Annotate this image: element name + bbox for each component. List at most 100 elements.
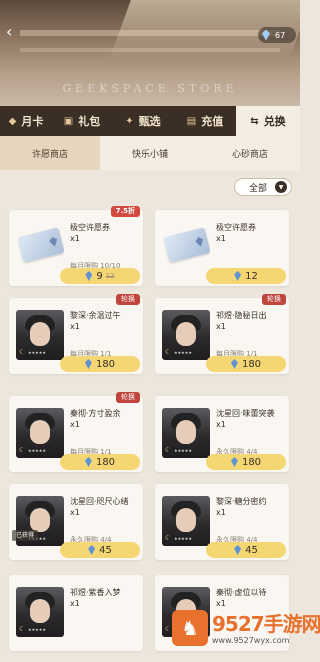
wallet-icon: ▤ — [186, 115, 197, 127]
item-name: 祁煜·隐秘日出 — [216, 311, 267, 320]
watermark: ♞ 9527手游网 www.9527wyx.com — [172, 606, 320, 662]
moon-icon: ☾ — [19, 625, 26, 633]
tab-gift-pack[interactable]: ▣ 礼包 — [52, 106, 112, 136]
price-value: 9 — [96, 270, 103, 282]
character-portrait: ☾★★★★★ — [162, 310, 210, 360]
gem-icon — [88, 545, 96, 555]
shop-item-card[interactable]: 极空许愿券 x1 每月限购 10/10 7.5折 9 12 — [9, 206, 143, 286]
tab-selection[interactable]: ✦ 甄选 — [112, 106, 174, 136]
rarity-stars: ★★★★★ — [174, 448, 192, 453]
character-portrait: ☾★★★★★ — [16, 587, 64, 637]
gem-icon — [230, 457, 238, 467]
item-quantity: x1 — [70, 508, 80, 517]
tab-monthly-card[interactable]: ◆ 月卡 — [0, 106, 52, 136]
character-portrait: ☾★★★★★ — [16, 408, 64, 458]
item-name: 沈星回·味蕾突袭 — [216, 409, 275, 418]
item-name: 祁煜·紫香入梦 — [70, 588, 121, 597]
wish-ticket-icon — [16, 222, 64, 272]
item-badge: 轮换 — [116, 294, 140, 305]
shop-item-card[interactable]: ☾ ★★★★★ 沈星回·味蕾突袭 x1 永久限购 4/4 180 — [155, 396, 289, 472]
item-name: 极空许愿券 — [216, 223, 256, 232]
gem-icon — [234, 545, 242, 555]
price-value: 180 — [241, 456, 262, 468]
shop-item-card[interactable]: ☾★★★★★沈星回·咫尺心绪x1永久限购 4/4已获得45 — [9, 484, 143, 560]
item-quantity: x1 — [70, 234, 80, 243]
item-quantity: x1 — [70, 599, 80, 608]
character-portrait: ☾★★★★★ — [162, 408, 210, 458]
item-name: 秦彻·方寸盈余 — [70, 409, 121, 418]
rarity-stars: ★★★★★ — [28, 627, 46, 632]
character-portrait: ☾★★★★★ — [16, 310, 64, 360]
moon-icon: ☾ — [165, 446, 172, 454]
item-name: 黎深·余温过午 — [70, 311, 121, 320]
shop-subtabs: 许愿商店 快乐小铺 心砂商店 — [0, 136, 300, 170]
rarity-stars: ★★★★★ — [174, 536, 192, 541]
main-tabs: ◆ 月卡 ▣ 礼包 ✦ 甄选 ▤ 充值 ⇆ 兑换 — [0, 106, 300, 136]
item-badge: 轮换 — [262, 294, 286, 305]
item-name: 极空许愿券 — [70, 223, 110, 232]
moon-icon: ☾ — [165, 534, 172, 542]
gem-icon — [234, 271, 242, 281]
subtab-heart-sand-shop[interactable]: 心砂商店 — [200, 136, 300, 170]
moon-icon: ☾ — [165, 348, 172, 356]
subtab-happy-shop[interactable]: 快乐小铺 — [100, 136, 200, 170]
gift-icon: ▣ — [63, 115, 74, 127]
price-button[interactable]: 180 — [206, 454, 286, 470]
item-name: 黎深·糖分密约 — [216, 497, 267, 506]
price-button[interactable]: 45 — [206, 542, 286, 558]
currency-amount: 67 — [275, 30, 286, 40]
star-icon: ✦ — [125, 115, 134, 127]
horse-logo-icon: ♞ — [172, 610, 208, 646]
tab-label: 充值 — [201, 115, 224, 128]
shop-item-card[interactable]: ☾ ★★★★★ 黎深·糖分密约 x1 永久限购 4/4 45 — [155, 484, 289, 560]
price-value: 180 — [95, 456, 116, 468]
tab-exchange[interactable]: ⇆ 兑换 — [236, 106, 300, 136]
gem-icon — [85, 271, 93, 281]
moon-icon: ☾ — [165, 625, 172, 633]
price-value: 45 — [99, 544, 112, 556]
item-quantity: x1 — [216, 420, 226, 429]
tab-label: 礼包 — [78, 115, 101, 128]
tab-label: 兑换 — [263, 115, 286, 128]
owned-badge: 已获得 — [12, 530, 39, 541]
price-button[interactable]: 180 — [206, 356, 286, 372]
price-button[interactable]: 180 — [60, 356, 140, 372]
subtab-wish-shop[interactable]: 许愿商店 — [0, 136, 100, 170]
exchange-icon: ⇆ — [250, 115, 259, 127]
original-price: 12 — [105, 272, 115, 280]
shop-item-card[interactable]: ☾ ★★★★★ 黎深·余温过午 x1 每月限购 1/1 轮换 180 — [9, 294, 143, 374]
gem-icon — [230, 359, 238, 369]
item-quantity: x1 — [216, 234, 226, 243]
price-button[interactable]: 12 — [206, 268, 286, 284]
item-quantity: x1 — [216, 508, 226, 517]
item-badge: 7.5折 — [110, 206, 140, 217]
gem-icon — [262, 29, 270, 41]
gem-icon — [84, 359, 92, 369]
wish-ticket-icon — [162, 222, 210, 272]
price-button[interactable]: 9 12 — [60, 268, 140, 284]
rarity-stars: ★★★★★ — [28, 448, 46, 453]
price-button[interactable]: 45 — [60, 542, 140, 558]
shop-item-card[interactable]: 极空许愿券 x1 12 — [155, 210, 289, 286]
item-name: 沈星回·咫尺心绪 — [70, 497, 129, 506]
item-quantity: x1 — [216, 322, 226, 331]
shop-item-card[interactable]: ☾ ★★★★★ 秦彻·方寸盈余 x1 每月限购 1/1 轮换 180 — [9, 392, 143, 472]
gem-icon — [84, 457, 92, 467]
moon-icon: ☾ — [19, 446, 26, 454]
rarity-stars: ★★★★★ — [174, 350, 192, 355]
filter-dropdown[interactable]: 全部 ▼ — [234, 178, 292, 196]
watermark-url: www.9527wyx.com — [212, 636, 290, 645]
chevron-down-icon: ▼ — [275, 181, 288, 193]
price-value: 45 — [245, 544, 258, 556]
shop-item-card[interactable]: ☾ ★★★★★ 祁煜·紫香入梦 x1 — [9, 575, 143, 651]
tab-label: 月卡 — [21, 115, 44, 128]
price-button[interactable]: 180 — [60, 454, 140, 470]
watermark-title: 9527手游网 — [212, 612, 320, 636]
currency-display[interactable]: 67 — [258, 27, 296, 43]
price-value: 180 — [95, 358, 116, 370]
shop-item-card[interactable]: ☾ ★★★★★ 祁煜·隐秘日出 x1 每月限购 1/1 轮换 180 — [155, 294, 289, 374]
diamond-icon: ◆ — [8, 115, 17, 127]
price-value: 180 — [241, 358, 262, 370]
back-icon[interactable]: ‹ — [6, 22, 24, 42]
tab-recharge[interactable]: ▤ 充值 — [174, 106, 236, 136]
